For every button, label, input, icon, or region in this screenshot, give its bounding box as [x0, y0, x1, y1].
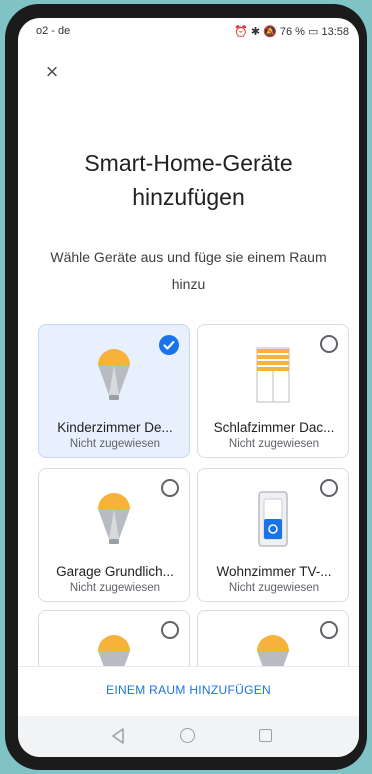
device-card-schlafzimmer[interactable]: Schlafzimmer Dac... Nicht zugewiesen: [197, 324, 349, 458]
device-card-kinderzimmer[interactable]: Kinderzimmer De... Nicht zugewiesen: [38, 324, 190, 458]
recent-apps-icon[interactable]: [259, 729, 272, 742]
device-name: Schlafzimmer Dac...: [213, 420, 335, 435]
status-icons: ⏰ ✱ 🔕 76 % ▭ 13:58: [234, 26, 349, 38]
bulb-icon: [94, 491, 134, 552]
radio-button[interactable]: [320, 621, 338, 639]
back-icon[interactable]: [111, 728, 125, 749]
blinds-icon: [256, 347, 290, 410]
title-line-1: Smart-Home-Geräte: [84, 150, 293, 176]
device-status: Nicht zugewiesen: [228, 582, 320, 594]
device-name: Kinderzimmer De...: [57, 420, 173, 435]
checked-icon[interactable]: [159, 335, 179, 355]
system-nav-bar: [18, 716, 359, 757]
title-line-2: hinzufügen: [132, 184, 245, 210]
close-icon[interactable]: ×: [40, 60, 64, 84]
device-card-wohnzimmer[interactable]: Wohnzimmer TV-... Nicht zugewiesen: [197, 468, 349, 602]
add-to-room-button[interactable]: EINEM RAUM HINZUFÜGEN: [18, 683, 359, 697]
radio-button[interactable]: [161, 621, 179, 639]
radio-button[interactable]: [320, 479, 338, 497]
page-title: Smart-Home-Geräte hinzufügen: [18, 146, 359, 214]
device-status: Nicht zugewiesen: [69, 582, 161, 594]
device-status: Nicht zugewiesen: [228, 438, 320, 450]
radio-button[interactable]: [161, 479, 179, 497]
carrier-label: o2 - de: [36, 25, 71, 37]
home-icon[interactable]: [180, 728, 195, 743]
device-card-garage[interactable]: Garage Grundlich... Nicht zugewiesen: [38, 468, 190, 602]
device-name: Garage Grundlich...: [56, 564, 174, 579]
phone-frame: o2 - de ⏰ ✱ 🔕 76 % ▭ 13:58 × Smart-Home-…: [5, 4, 367, 770]
bulb-icon: [94, 347, 134, 408]
switch-icon: [258, 491, 288, 552]
screen: o2 - de ⏰ ✱ 🔕 76 % ▭ 13:58 × Smart-Home-…: [18, 18, 359, 757]
device-status: Nicht zugewiesen: [69, 438, 161, 450]
bottom-action-bar: EINEM RAUM HINZUFÜGEN: [18, 666, 359, 717]
radio-button[interactable]: [320, 335, 338, 353]
status-bar: o2 - de ⏰ ✱ 🔕 76 % ▭ 13:58: [18, 18, 359, 44]
device-name: Wohnzimmer TV-...: [216, 564, 332, 579]
page-subtitle: Wähle Geräte aus und füge sie einem Raum…: [50, 249, 327, 292]
